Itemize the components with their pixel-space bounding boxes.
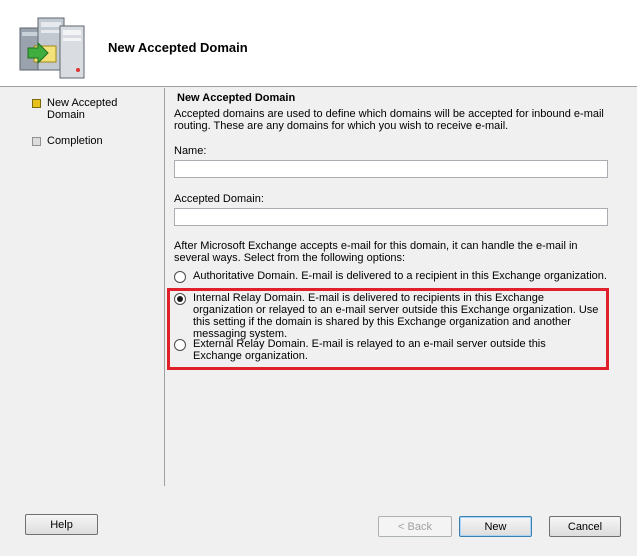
nav-item-completion: Completion <box>32 135 103 147</box>
section-title: New Accepted Domain <box>177 92 296 104</box>
highlight-box <box>167 288 609 370</box>
server-icon <box>19 17 85 79</box>
name-field[interactable] <box>174 160 608 178</box>
back-button[interactable]: < Back <box>378 516 452 537</box>
options-intro-text: After Microsoft Exchange accepts e-mail … <box>174 240 578 264</box>
radio-button[interactable] <box>174 271 186 283</box>
gray-square-icon <box>32 137 41 146</box>
nav-item-label: New Accepted Domain <box>47 97 118 121</box>
yellow-square-icon <box>32 99 41 108</box>
name-label: Name: <box>174 145 207 157</box>
vertical-divider <box>164 88 165 486</box>
radio-label: Authoritative Domain. E-mail is delivere… <box>193 270 607 282</box>
nav-item-label: Completion <box>47 135 103 147</box>
accepted-domain-label: Accepted Domain: <box>174 193 264 205</box>
help-button[interactable]: Help <box>25 514 98 535</box>
accepted-domain-field[interactable] <box>174 208 608 226</box>
page-title: New Accepted Domain <box>108 40 248 55</box>
cancel-button[interactable]: Cancel <box>549 516 621 537</box>
radio-authoritative-domain[interactable]: Authoritative Domain. E-mail is delivere… <box>174 270 610 283</box>
new-button[interactable]: New <box>459 516 532 537</box>
nav-item-new-accepted-domain: New Accepted Domain <box>32 97 127 121</box>
header-divider <box>0 86 637 87</box>
wizard-header: New Accepted Domain <box>0 0 637 86</box>
description-text: Accepted domains are used to define whic… <box>174 108 604 132</box>
